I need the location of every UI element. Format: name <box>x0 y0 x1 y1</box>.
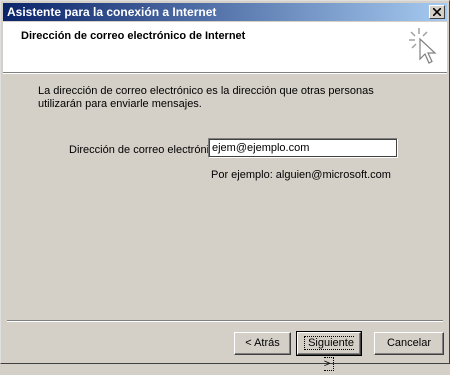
example-text: Por ejemplo: alguien@microsoft.com <box>211 169 391 181</box>
window-title: Asistente para la conexión a Internet <box>7 5 217 19</box>
back-button[interactable]: < Atrás <box>234 332 291 355</box>
description-text: La dirección de correo electrónico es la… <box>38 85 374 110</box>
header-divider <box>3 73 447 74</box>
page-title: Dirección de correo electrónico de Inter… <box>21 30 246 42</box>
close-icon <box>433 8 441 16</box>
sparkle-cursor-icon <box>409 28 437 64</box>
next-button[interactable]: Siguiente > <box>296 331 362 371</box>
next-button-label: Siguiente > <box>304 336 354 371</box>
close-button[interactable] <box>429 5 445 19</box>
title-bar[interactable]: Asistente para la conexión a Internet <box>3 3 447 21</box>
wizard-window: Asistente para la conexión a Internet Di… <box>0 0 450 371</box>
button-separator <box>7 320 443 322</box>
cancel-button[interactable]: Cancelar <box>374 332 444 355</box>
email-field[interactable] <box>208 138 398 158</box>
email-label: Dirección de correo electrónico: <box>69 144 224 156</box>
wizard-header: Dirección de correo electrónico de Inter… <box>3 22 447 73</box>
